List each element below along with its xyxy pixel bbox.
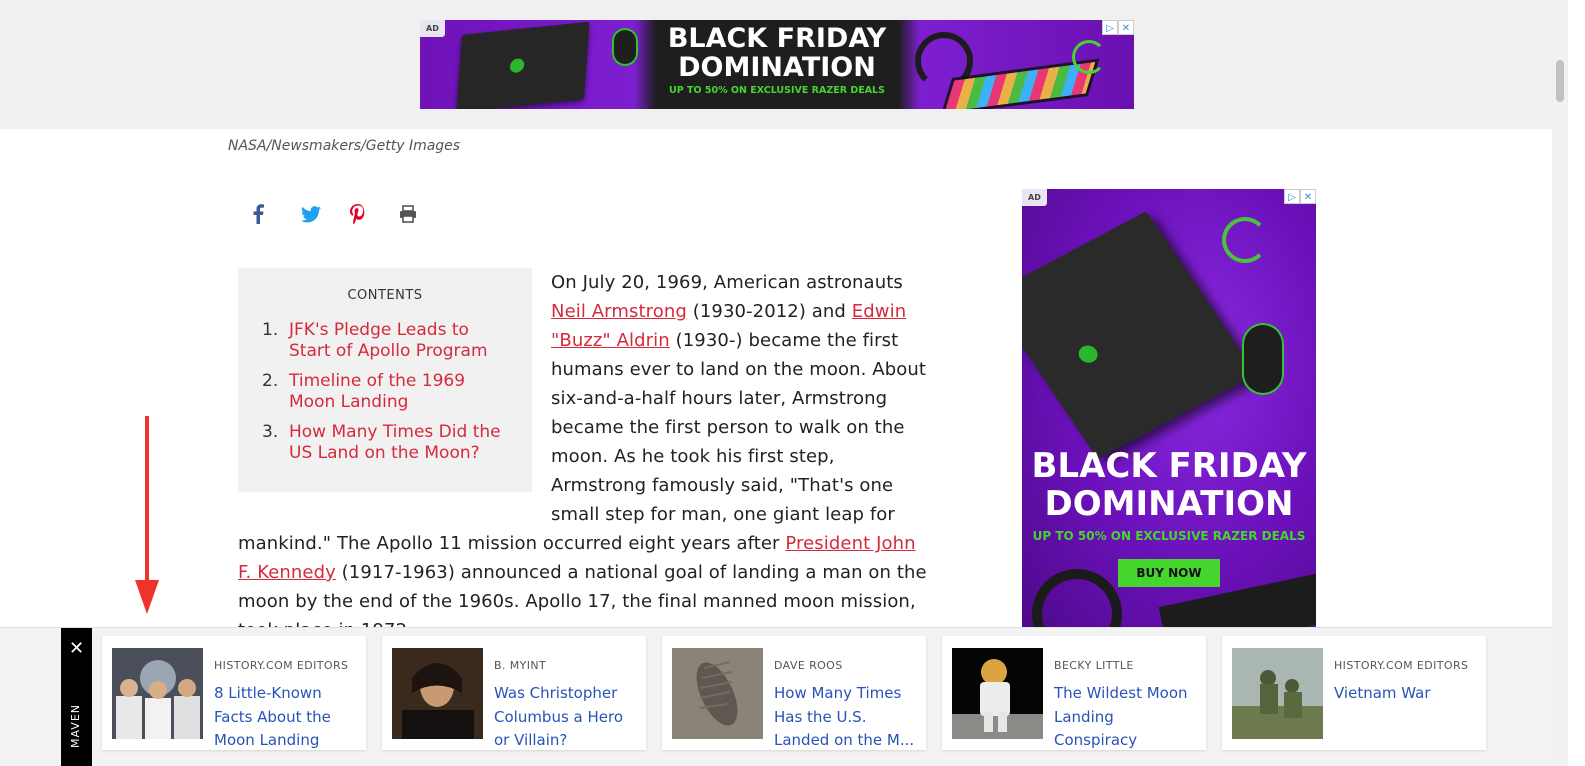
reco-title[interactable]: How Many Times Has the U.S. Landed on th… — [774, 682, 918, 753]
adchoices-icon[interactable]: ▷ — [1284, 189, 1300, 204]
table-of-contents: CONTENTS 1. JFK's Pledge Leads to Start o… — [238, 268, 532, 492]
top-ad-text: BLACK FRIDAY DOMINATION UP TO 50% ON EXC… — [656, 24, 898, 96]
link-neil-armstrong[interactable]: Neil Armstrong — [551, 301, 687, 322]
contents-title: CONTENTS — [347, 288, 423, 303]
reco-title[interactable]: Was Christopher Columbus a Hero or Villa… — [494, 682, 638, 753]
article-text: On July 20, 1969, American astronauts — [551, 272, 903, 293]
sidebar-ad[interactable]: BLACK FRIDAY DOMINATION UP TO 50% ON EXC… — [1022, 189, 1316, 627]
contents-link-jfk-pledge[interactable]: JFK's Pledge Leads to Start of Apollo Pr… — [289, 320, 512, 362]
contents-link-timeline[interactable]: Timeline of the 1969 Moon Landing — [289, 371, 512, 413]
reco-title[interactable]: 8 Little-Known Facts About the Moon Land… — [214, 682, 358, 753]
ad-tag: AD — [1022, 189, 1047, 206]
reco-author: HISTORY.COM EDITORS — [1334, 659, 1469, 672]
top-ad-band: BLACK FRIDAY DOMINATION UP TO 50% ON EXC… — [0, 0, 1568, 129]
sidebar-ad-subline: UP TO 50% ON EXCLUSIVE RAZER DEALS — [1032, 529, 1306, 543]
top-ad-subline: UP TO 50% ON EXCLUSIVE RAZER DEALS — [669, 85, 885, 96]
top-ad-banner[interactable]: BLACK FRIDAY DOMINATION UP TO 50% ON EXC… — [420, 20, 1134, 109]
reco-card[interactable]: BECKY LITTLE The Wildest Moon Landing Co… — [942, 636, 1206, 750]
print-icon[interactable] — [399, 202, 448, 226]
contents-item-number: 2. — [262, 371, 279, 391]
reco-title[interactable]: The Wildest Moon Landing Conspiracy Theo… — [1054, 682, 1198, 754]
pinterest-icon[interactable] — [350, 202, 399, 226]
page-scrollbar[interactable] — [1552, 0, 1568, 766]
sidebar-ad-headline-2: DOMINATION — [1044, 484, 1294, 524]
reco-card[interactable]: HISTORY.COM EDITORS Vietnam War — [1222, 636, 1486, 750]
ad-close-icon[interactable]: ✕ — [1118, 20, 1134, 35]
astronauts-thumbnail — [112, 648, 203, 739]
buy-now-button[interactable]: BUY NOW — [1118, 559, 1220, 587]
image-caption: NASA/Newsmakers/Getty Images — [228, 138, 461, 154]
footprint-thumbnail — [672, 648, 763, 739]
ad-choices[interactable]: ▷ ✕ — [1284, 189, 1316, 204]
reco-card[interactable]: HISTORY.COM EDITORS 8 Little-Known Facts… — [102, 636, 366, 750]
razer-snake-icon — [1072, 40, 1106, 74]
ad-tag: AD — [420, 20, 445, 37]
razer-logo-icon — [1075, 342, 1102, 366]
contents-item: 1. JFK's Pledge Leads to Start of Apollo … — [262, 320, 512, 362]
vietnam-soldiers-thumbnail — [1232, 648, 1323, 739]
twitter-icon[interactable] — [301, 202, 350, 226]
share-bar — [252, 202, 448, 226]
recommendation-bar: ✕ MAVEN HISTORY.COM EDITORS 8 Little-Kno… — [0, 627, 1552, 766]
contents-link-how-many-times[interactable]: How Many Times Did the US Land on the Mo… — [289, 422, 512, 464]
reco-card[interactable]: DAVE ROOS How Many Times Has the U.S. La… — [662, 636, 926, 750]
reco-author: DAVE ROOS — [774, 659, 843, 672]
reco-author: BECKY LITTLE — [1054, 659, 1134, 672]
laptop-image — [456, 21, 590, 109]
reco-card[interactable]: B. MYINT Was Christopher Columbus a Hero… — [382, 636, 646, 750]
ad-close-icon[interactable]: ✕ — [1300, 189, 1316, 204]
contents-item: 2. Timeline of the 1969 Moon Landing — [262, 371, 512, 413]
reco-author: B. MYINT — [494, 659, 547, 672]
columbus-thumbnail — [392, 648, 483, 739]
mouse-image — [612, 28, 638, 66]
close-icon[interactable]: ✕ — [61, 638, 92, 659]
facebook-icon[interactable] — [252, 202, 301, 226]
moon-astronaut-thumbnail — [952, 648, 1043, 739]
sidebar-ad-text: BLACK FRIDAY DOMINATION UP TO 50% ON EXC… — [1022, 447, 1316, 587]
contents-item: 3. How Many Times Did the US Land on the … — [262, 422, 512, 464]
adchoices-icon[interactable]: ▷ — [1102, 20, 1118, 35]
top-ad-headline-1: BLACK FRIDAY — [667, 23, 887, 54]
sidebar-ad-headline-1: BLACK FRIDAY — [1031, 446, 1307, 486]
article-text: (1930-2012) and — [686, 301, 852, 322]
maven-panel: ✕ MAVEN — [61, 628, 92, 766]
contents-list: 1. JFK's Pledge Leads to Start of Apollo … — [262, 320, 512, 464]
page: BLACK FRIDAY DOMINATION UP TO 50% ON EXC… — [0, 0, 1585, 766]
maven-label: MAVEN — [69, 703, 82, 748]
razer-logo-icon — [509, 57, 525, 74]
red-arrow-icon — [135, 416, 159, 614]
contents-item-number: 1. — [262, 320, 279, 340]
mouse-image — [1242, 323, 1284, 395]
top-ad-headline-2: DOMINATION — [678, 52, 876, 83]
reco-title[interactable]: Vietnam War — [1334, 682, 1478, 706]
ad-choices[interactable]: ▷ ✕ — [1102, 20, 1134, 35]
laptop-image — [1022, 211, 1257, 459]
contents-item-number: 3. — [262, 422, 279, 442]
scrollbar-thumb[interactable] — [1556, 60, 1564, 102]
razer-snake-icon — [1222, 217, 1268, 263]
reco-author: HISTORY.COM EDITORS — [214, 659, 349, 672]
